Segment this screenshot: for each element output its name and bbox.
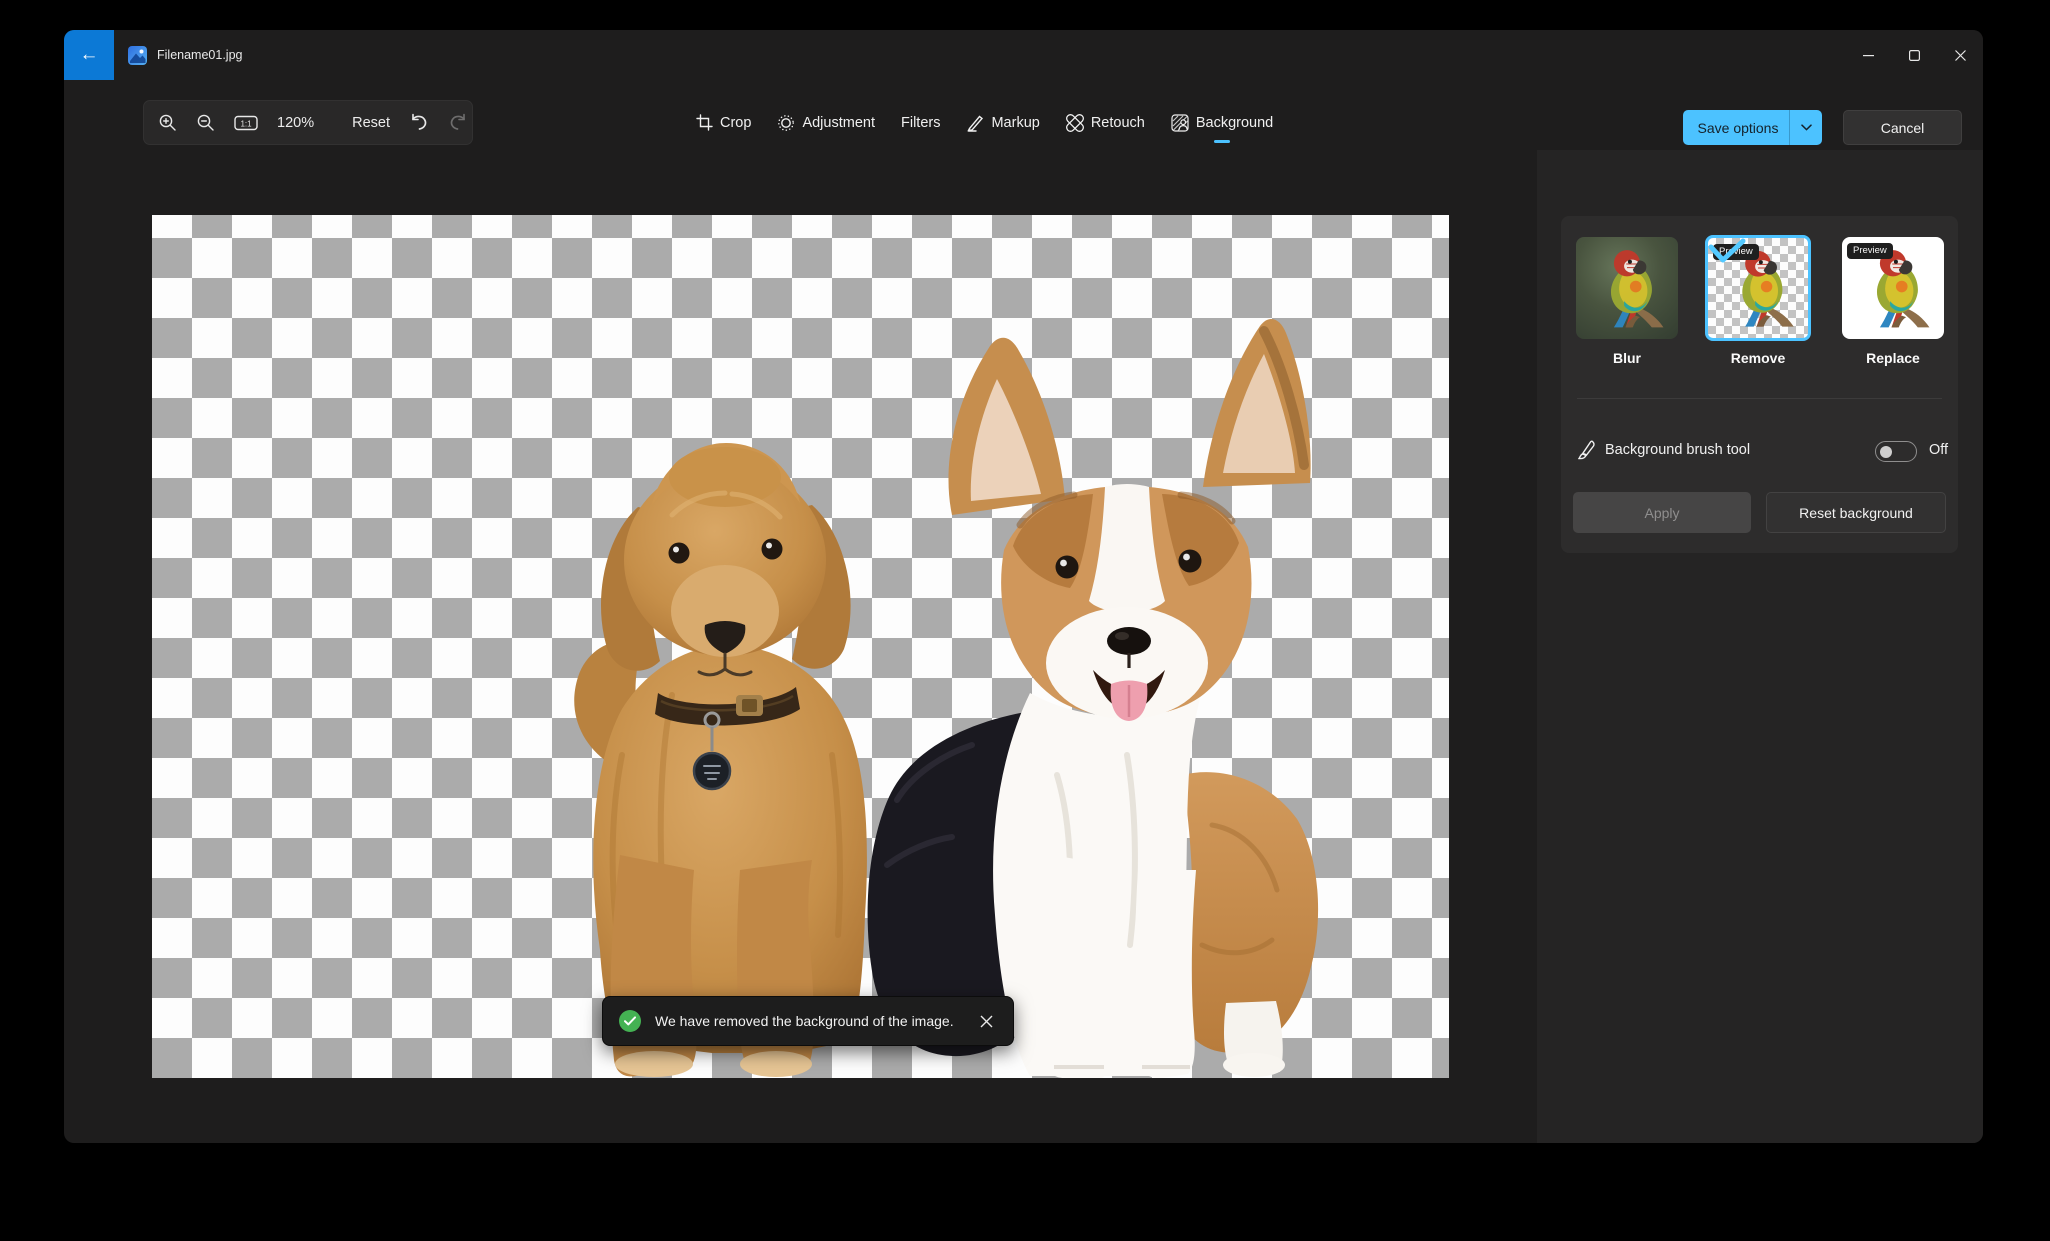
reset-background-button[interactable]: Reset background [1766, 492, 1946, 533]
background-icon [1171, 113, 1189, 132]
background-option-remove[interactable]: Preview [1705, 235, 1811, 341]
apply-button[interactable]: Apply [1573, 492, 1751, 533]
markup-pen-icon [967, 115, 984, 132]
background-option-blur[interactable] [1576, 237, 1678, 339]
titlebar: ← Filename01.jpg [64, 30, 1983, 80]
document-title: Filename01.jpg [157, 48, 243, 62]
active-tab-indicator [1214, 140, 1231, 143]
photos-app-window: ← Filename01.jpg 1:1 120% Reset Crop Adj… [64, 30, 1983, 1143]
close-button[interactable] [1937, 30, 1983, 80]
card-divider [1577, 398, 1942, 399]
close-icon [1954, 49, 1966, 61]
tab-filters[interactable]: Filters [899, 100, 942, 145]
panel-buttons: Apply Reset background [1573, 492, 1946, 533]
tab-markup[interactable]: Markup [964, 100, 1041, 145]
toast-close-button[interactable] [976, 1013, 997, 1030]
actual-size-button[interactable]: 1:1 [234, 114, 258, 132]
top-actions: Save options Cancel [1683, 110, 1962, 145]
undo-button[interactable] [409, 113, 429, 132]
zoom-toolbar: 1:1 120% Reset [143, 100, 473, 145]
corgi-puppy [867, 318, 1319, 1078]
window-controls [1845, 30, 1983, 80]
image-canvas: We have removed the background of the im… [152, 215, 1449, 1078]
chevron-down-icon [1800, 124, 1812, 131]
close-icon [980, 1015, 993, 1027]
tab-adjustment[interactable]: Adjustment [775, 100, 877, 145]
zoom-out-button[interactable] [196, 113, 215, 132]
minimize-icon [1862, 54, 1874, 56]
back-button[interactable]: ← [64, 30, 114, 80]
redo-button[interactable] [448, 113, 468, 132]
crop-icon [696, 114, 713, 131]
goldendoodle-puppy [574, 443, 867, 1077]
maximize-button[interactable] [1891, 30, 1937, 80]
svg-text:1:1: 1:1 [240, 119, 252, 128]
back-arrow-icon: ← [79, 44, 99, 65]
option-label-remove: Remove [1730, 350, 1786, 366]
zoom-level-value: 120% [277, 114, 315, 131]
brush-tool-row: Background brush tool Off [1561, 426, 1958, 476]
save-options-dropdown[interactable] [1789, 110, 1822, 145]
zoom-in-button[interactable] [158, 113, 177, 132]
reset-zoom-button[interactable]: Reset [352, 115, 390, 131]
brush-toggle[interactable] [1875, 441, 1917, 462]
option-label-blur: Blur [1613, 350, 1641, 366]
toast-message: We have removed the background of the im… [655, 1013, 954, 1029]
toast-notification: We have removed the background of the im… [602, 996, 1014, 1046]
preview-badge: Preview [1847, 243, 1893, 259]
tab-retouch[interactable]: Retouch [1064, 100, 1147, 145]
adjustment-sun-icon [778, 114, 795, 131]
actual-size-icon: 1:1 [234, 115, 258, 130]
edited-photo-two-puppies [574, 318, 1319, 1078]
photos-app-icon [128, 46, 147, 65]
edit-tabs: Crop Adjustment Filters Markup Retouch B… [694, 100, 1275, 145]
save-options-button[interactable]: Save options [1683, 110, 1822, 145]
zoom-in-icon [159, 114, 176, 131]
cancel-button[interactable]: Cancel [1843, 110, 1962, 145]
minimize-button[interactable] [1845, 30, 1891, 80]
background-options-card: Preview Preview Blur Remove Replace Back… [1561, 216, 1958, 553]
undo-icon [412, 113, 427, 130]
brush-toggle-state: Off [1929, 442, 1949, 458]
brush-icon [1578, 440, 1595, 460]
toggle-knob [1880, 445, 1892, 458]
brush-tool-label: Background brush tool [1605, 442, 1751, 458]
retouch-bandage-icon [1065, 113, 1084, 132]
maximize-icon [1908, 49, 1920, 61]
redo-icon [450, 113, 465, 130]
tab-background[interactable]: Background [1169, 100, 1275, 145]
desktop-background: ← Filename01.jpg 1:1 120% Reset Crop Adj… [0, 0, 2050, 1241]
zoom-out-icon [197, 114, 214, 131]
tab-crop[interactable]: Crop [694, 100, 753, 145]
background-option-replace[interactable]: Preview [1842, 237, 1944, 339]
selected-check-icon [1708, 238, 1746, 263]
success-check-icon [619, 1010, 641, 1032]
option-label-replace: Replace [1866, 350, 1920, 366]
